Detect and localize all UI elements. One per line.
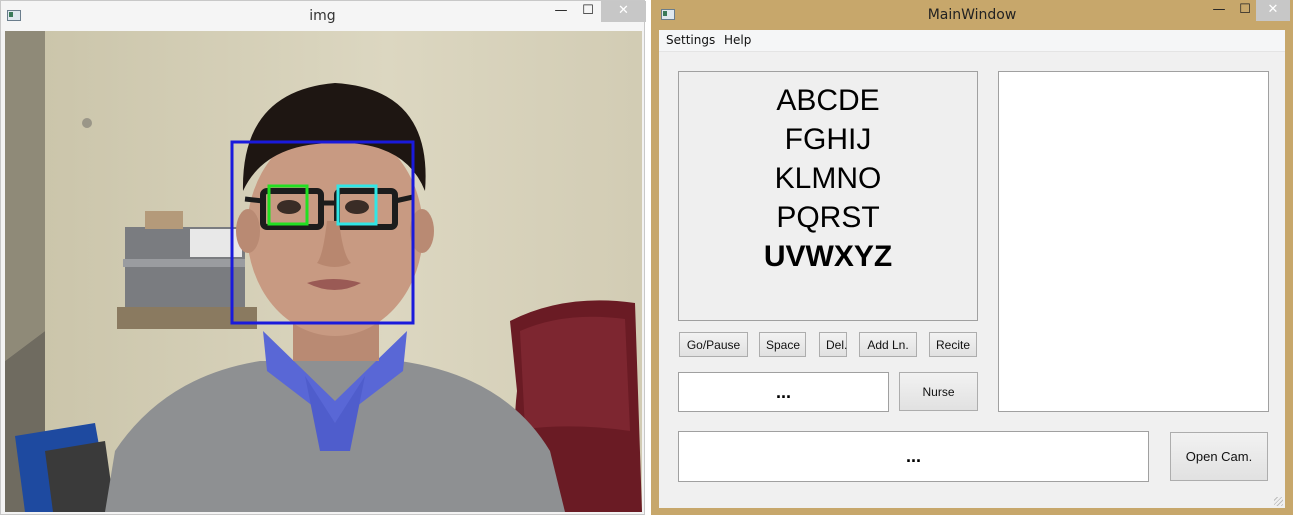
letter-row: FGHIJ (784, 123, 872, 156)
img-window: img — ☐ ✕ (0, 0, 646, 515)
space-button[interactable]: Space (759, 332, 806, 357)
camera-feed (5, 31, 642, 512)
sentence-field[interactable]: ... (678, 431, 1149, 482)
letter-row-active: UVWXYZ (763, 240, 893, 273)
img-titlebar[interactable]: img — ☐ ✕ (1, 1, 646, 31)
menu-bar: Settings Help (659, 30, 1285, 52)
menu-settings[interactable]: Settings (666, 33, 715, 47)
menu-help[interactable]: Help (724, 33, 751, 47)
main-titlebar[interactable]: MainWindow — ☐ ✕ (651, 0, 1293, 30)
recite-button[interactable]: Recite (929, 332, 977, 357)
go-pause-button[interactable]: Go/Pause (679, 332, 748, 357)
add-line-button[interactable]: Add Ln. (859, 332, 917, 357)
maximize-icon[interactable]: ☐ (1231, 0, 1259, 21)
current-word-field[interactable]: ... (678, 372, 889, 412)
close-icon[interactable]: ✕ (1256, 0, 1290, 21)
maximize-icon[interactable]: ☐ (574, 1, 602, 22)
nurse-button[interactable]: Nurse (899, 372, 978, 411)
letter-row: ABCDE (776, 84, 880, 117)
open-cam-button[interactable]: Open Cam. (1170, 432, 1268, 481)
main-window-title: MainWindow (927, 7, 1017, 23)
letter-board: ABCDE FGHIJ KLMNO PQRST UVWXYZ (678, 71, 978, 321)
delete-button[interactable]: Del. (819, 332, 847, 357)
minimize-icon[interactable]: — (1205, 0, 1233, 21)
camera-image (5, 31, 642, 512)
minimize-icon[interactable]: — (547, 1, 575, 22)
close-icon[interactable]: ✕ (601, 1, 646, 22)
letter-row: PQRST (776, 201, 880, 234)
output-panel (998, 71, 1269, 412)
main-client-area: Settings Help ABCDE FGHIJ KLMNO PQRST UV… (659, 30, 1285, 508)
letter-row: KLMNO (774, 162, 882, 195)
main-window: MainWindow — ☐ ✕ Settings Help ABCDE FGH… (651, 0, 1293, 515)
resize-grip[interactable] (1274, 497, 1283, 506)
